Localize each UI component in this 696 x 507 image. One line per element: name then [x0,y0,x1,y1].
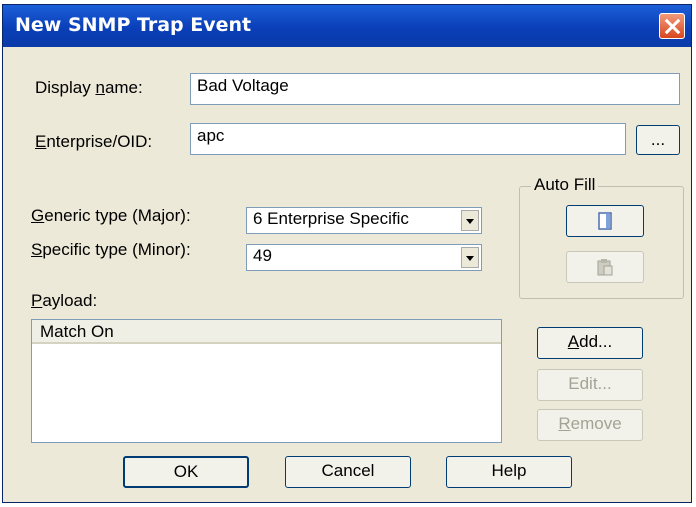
chevron-down-icon[interactable] [461,247,479,268]
remove-button[interactable]: Remove [537,409,643,441]
help-button[interactable]: Help [446,456,572,488]
display-name-label: Display name: [35,78,143,97]
match-on-column-header[interactable]: Match On [32,320,501,344]
specific-type-select[interactable]: 49 [246,244,482,271]
auto-fill-title: Auto Fill [531,175,599,195]
dialog-title: New SNMP Trap Event [15,14,252,36]
generic-type-label: Generic type (Major): [31,206,191,225]
title-bar[interactable]: New SNMP Trap Event [3,5,691,47]
snmp-trap-dialog: New SNMP Trap Event Display name: Bad Vo… [2,4,692,503]
cancel-button[interactable]: Cancel [285,456,411,488]
chevron-down-icon[interactable] [461,210,479,231]
clipboard-icon [597,259,613,276]
close-icon[interactable] [659,13,685,39]
specific-type-value: 49 [253,246,272,265]
document-icon [598,212,612,230]
edit-button[interactable]: Edit... [537,369,643,401]
enterprise-oid-input[interactable]: apc [190,123,626,155]
ok-button[interactable]: OK [123,456,249,488]
display-name-input[interactable]: Bad Voltage [190,73,680,105]
enterprise-oid-label: Enterprise/OID: [35,132,153,151]
payload-label: Payload: [31,291,98,310]
add-button[interactable]: Add... [537,327,643,359]
specific-type-label: Specific type (Minor): [31,240,191,259]
browse-oid-button[interactable]: ... [636,125,680,155]
auto-fill-copy-button[interactable] [566,205,644,237]
auto-fill-paste-button[interactable] [566,251,644,283]
payload-list[interactable]: Match On [31,319,502,443]
generic-type-select[interactable]: 6 Enterprise Specific [246,207,482,234]
generic-type-value: 6 Enterprise Specific [253,209,409,228]
